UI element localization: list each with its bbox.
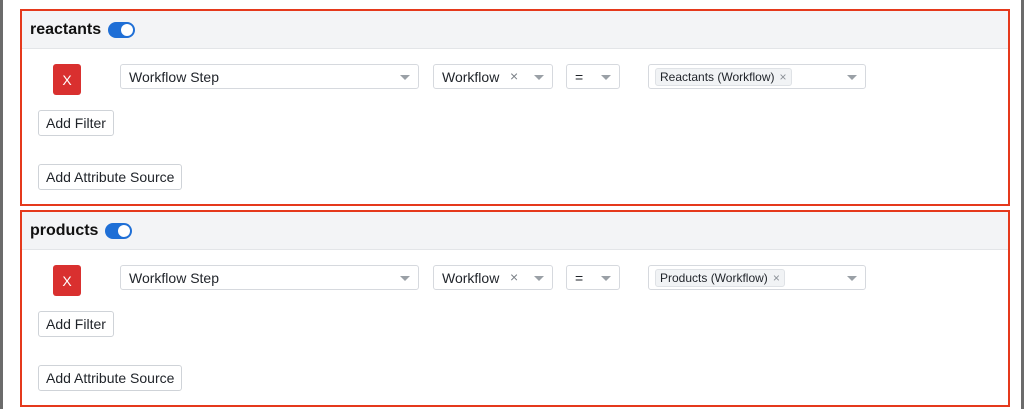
toggle-knob [118, 224, 131, 237]
chevron-down-icon [534, 75, 544, 80]
field-select-value: Workflow Step [129, 68, 219, 85]
chevron-down-icon [847, 276, 857, 281]
add-filter-button[interactable]: Add Filter [38, 110, 114, 136]
scope-select-value: Workflow [442, 269, 500, 286]
toggle-knob [121, 23, 134, 36]
chevron-down-icon [400, 75, 410, 80]
operator-select-value: = [575, 269, 584, 286]
field-select[interactable]: Workflow Step [120, 265, 419, 290]
remove-tag-icon[interactable]: × [779, 70, 786, 84]
section-header: products [22, 212, 1008, 250]
clear-icon[interactable]: × [510, 269, 518, 285]
chevron-down-icon [400, 276, 410, 281]
value-tag-label: Reactants (Workflow) [660, 69, 775, 84]
operator-select[interactable]: = [566, 64, 620, 89]
scope-select-value: Workflow [442, 68, 500, 85]
operator-select[interactable]: = [566, 265, 620, 290]
add-filter-button[interactable]: Add Filter [38, 311, 114, 337]
scope-select[interactable]: Workflow × [433, 64, 553, 89]
remove-tag-icon[interactable]: × [773, 271, 780, 285]
section-body: X Workflow Step Workflow × = Products (W… [22, 250, 1008, 407]
chevron-down-icon [847, 75, 857, 80]
value-multiselect[interactable]: Products (Workflow) × [648, 265, 866, 290]
scope-select[interactable]: Workflow × [433, 265, 553, 290]
clear-icon[interactable]: × [510, 68, 518, 84]
value-tag: Products (Workflow) × [655, 268, 785, 287]
attribute-source-section-products: products X Workflow Step Workflow × = Pr… [20, 210, 1010, 407]
section-enabled-toggle[interactable] [108, 21, 136, 38]
operator-select-value: = [575, 68, 584, 85]
add-attribute-source-button[interactable]: Add Attribute Source [38, 164, 183, 190]
section-header: reactants [22, 11, 1008, 49]
add-attribute-source-button[interactable]: Add Attribute Source [38, 365, 183, 391]
chevron-down-icon [601, 276, 611, 281]
value-tag: Reactants (Workflow) × [655, 67, 792, 86]
page-frame: reactants X Workflow Step Workflow × = R… [0, 0, 1024, 409]
field-select[interactable]: Workflow Step [120, 64, 419, 89]
section-body: X Workflow Step Workflow × = Reactants (… [22, 49, 1008, 206]
remove-filter-button[interactable]: X [53, 64, 81, 95]
value-tag-label: Products (Workflow) [660, 270, 768, 285]
attribute-source-section-reactants: reactants X Workflow Step Workflow × = R… [20, 9, 1010, 206]
chevron-down-icon [601, 75, 611, 80]
chevron-down-icon [534, 276, 544, 281]
remove-filter-button[interactable]: X [53, 265, 81, 296]
value-multiselect[interactable]: Reactants (Workflow) × [648, 64, 866, 89]
section-enabled-toggle[interactable] [105, 222, 133, 239]
section-title: products [30, 221, 99, 239]
field-select-value: Workflow Step [129, 269, 219, 286]
section-title: reactants [30, 20, 102, 38]
